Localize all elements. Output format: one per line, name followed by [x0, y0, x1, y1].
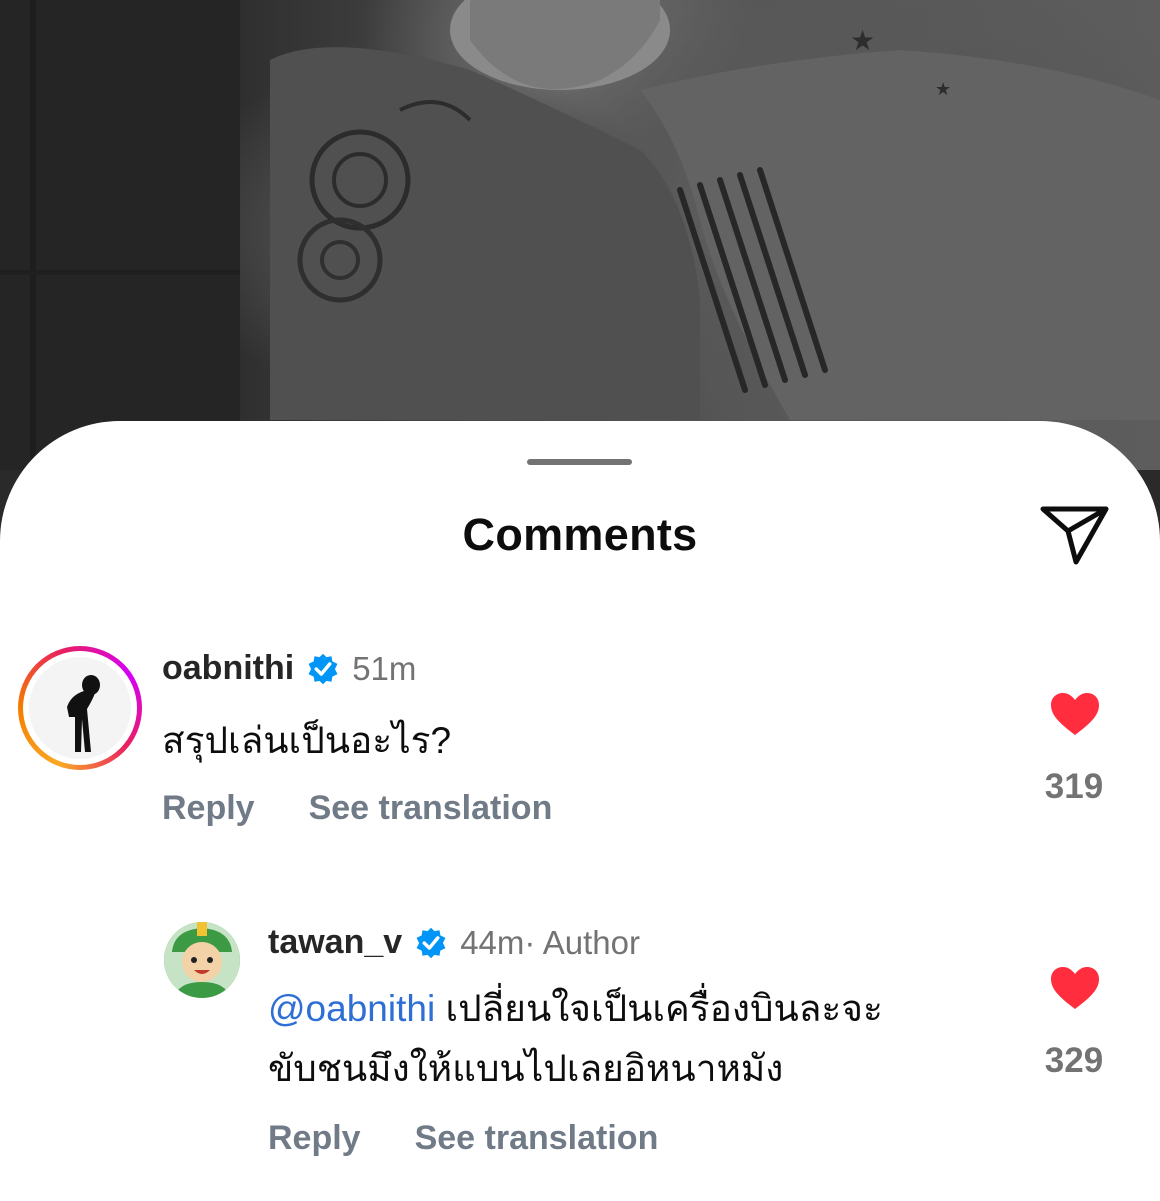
comment-text-line-2: ขับชนมึงให้แบนไปเลยอิหนาหมัง: [268, 1048, 784, 1089]
reply-button[interactable]: Reply: [162, 789, 255, 828]
comment-text-line-1: เปลี่ยนใจเป็นเครื่องบินละจะ: [435, 988, 883, 1029]
see-translation-button[interactable]: See translation: [309, 789, 553, 828]
like-count: 319: [1044, 767, 1104, 806]
verified-badge-icon: [308, 653, 338, 684]
comment-text: @oabnithi เปลี่ยนใจเป็นเครื่องบินละจะ ขั…: [268, 979, 883, 1099]
comment-username[interactable]: oabnithi: [162, 649, 294, 688]
reply-comment-item: tawan_v 44m · Author @oabnithi เปลี่ยนใจ…: [0, 841, 1160, 1181]
comment-item: oabnithi 51m สรุปเล่นเป็นอะไร? Reply See…: [0, 421, 1160, 841]
user-mention-link[interactable]: @oabnithi: [268, 988, 435, 1029]
reply-button[interactable]: Reply: [268, 1119, 361, 1158]
svg-text:★: ★: [935, 79, 951, 100]
verified-badge-icon: [416, 927, 446, 958]
heart-icon[interactable]: [1049, 691, 1101, 737]
author-badge: · Author: [524, 923, 640, 961]
comment-text: สรุปเล่นเป็นอะไร?: [162, 720, 452, 761]
tattoo-photo-illustration: ★ ★: [0, 0, 1160, 470]
comment-timestamp: 44m: [460, 923, 525, 961]
post-background-image: ★ ★: [0, 0, 1160, 470]
comment-timestamp: 51m: [352, 649, 417, 687]
comment-username[interactable]: tawan_v: [268, 923, 402, 962]
like-count: 329: [1044, 1041, 1104, 1080]
heart-icon[interactable]: [1049, 965, 1101, 1011]
see-translation-button[interactable]: See translation: [415, 1119, 659, 1158]
svg-text:★: ★: [850, 24, 875, 57]
avatar-story-ring[interactable]: [18, 646, 142, 770]
avatar: [29, 657, 131, 759]
comments-sheet: Comments oabnithi 51m สรุปเล่นเป็นอะไร?: [0, 421, 1160, 1201]
avatar[interactable]: [164, 922, 240, 998]
